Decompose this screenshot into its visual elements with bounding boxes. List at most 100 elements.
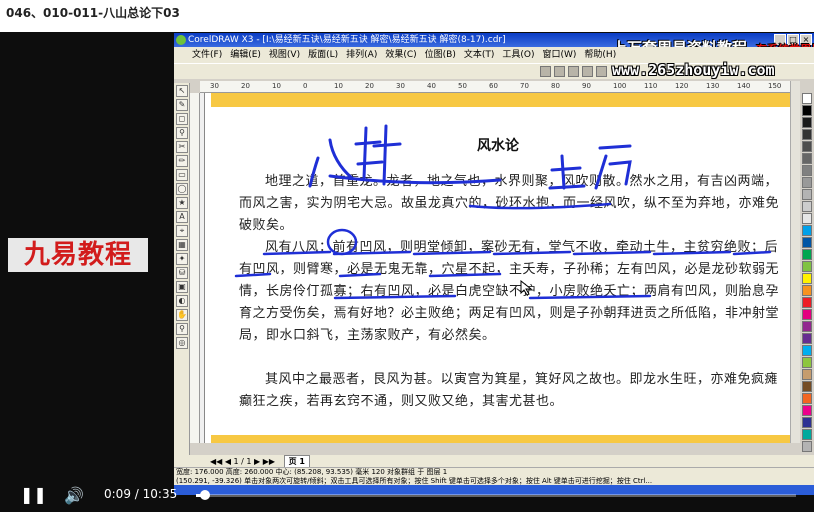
ruler-tick-label: 110 (644, 82, 658, 90)
toolbar-button[interactable] (582, 66, 593, 77)
window-title: CorelDRAW X3 - [I:\易经新五诀\易经新五诀 解密\易经新五诀 … (188, 35, 506, 45)
palette-swatch[interactable] (802, 321, 812, 332)
tool-icon[interactable]: ✋ (176, 309, 188, 321)
document-page: 风水论 地理之道，首重龙。龙者，地之气也，水界则聚，风吹则散。然水之用，有吉凶两… (204, 93, 790, 443)
palette-swatch[interactable] (802, 345, 812, 356)
time-current: 0:09 (104, 487, 131, 501)
tool-icon[interactable]: ✎ (176, 99, 188, 111)
palette-swatch[interactable] (802, 237, 812, 248)
toolbar-button[interactable] (596, 66, 607, 77)
progress-handle[interactable] (199, 490, 210, 500)
tool-icon[interactable]: ✏ (176, 155, 188, 167)
volume-icon[interactable]: 🔊 (64, 486, 86, 505)
menu-item[interactable]: 工具(O) (502, 47, 534, 63)
ruler-tick-label: 100 (613, 82, 627, 90)
page-nav-controls[interactable]: ◀◀ ◀ 1 / 1 ▶ ▶▶ (210, 457, 275, 466)
palette-swatch[interactable] (802, 309, 812, 320)
tool-icon[interactable]: ⛁ (176, 267, 188, 279)
palette-swatch[interactable] (802, 273, 812, 284)
ruler-tick-label: 50 (458, 82, 467, 90)
menu-item[interactable]: 排列(A) (346, 47, 377, 63)
tool-icon[interactable]: ◯ (176, 183, 188, 195)
palette-swatch[interactable] (802, 369, 812, 380)
tool-icon[interactable]: ◻ (176, 113, 188, 125)
paragraph-3: 其风中之最恶者，艮风为甚。以寅宫为箕星，箕好风之故也。即龙水生旺，亦难免疯瘫癫狂… (239, 372, 779, 409)
palette-swatch[interactable] (802, 141, 812, 152)
ruler-tick-label: 20 (365, 82, 374, 90)
palette-swatch[interactable] (802, 117, 812, 128)
menu-item[interactable]: 位图(B) (425, 47, 456, 63)
document-title: 风水论 (477, 138, 519, 154)
tool-icon[interactable]: ★ (176, 197, 188, 209)
ruler-tick-label: 70 (520, 82, 529, 90)
toolbar-button[interactable] (540, 66, 551, 77)
palette-swatch[interactable] (802, 357, 812, 368)
palette-swatch[interactable] (802, 249, 812, 260)
tool-icon[interactable]: ⌖ (176, 225, 188, 237)
palette-swatch[interactable] (802, 429, 812, 440)
ruler-tick-label: 10 (334, 82, 343, 90)
pause-icon[interactable]: ❚❚ (20, 487, 47, 503)
ruler-tick-label: 40 (427, 82, 436, 90)
horizontal-ruler: 30 20 10 0 10 20 30 40 50 60 70 80 90 100 110 120 130 140… (200, 81, 790, 93)
toolbar-button[interactable] (554, 66, 565, 77)
palette-swatch[interactable] (802, 213, 812, 224)
page-header-band (211, 93, 790, 107)
palette-swatch[interactable] (802, 105, 812, 116)
ruler-tick-label: 90 (582, 82, 591, 90)
tool-icon[interactable]: ↖ (176, 85, 188, 97)
ruler-tick-label: 120 (675, 82, 689, 90)
color-palette (802, 93, 814, 453)
palette-swatch[interactable] (802, 93, 812, 104)
palette-swatch[interactable] (802, 189, 812, 200)
menu-item[interactable]: 文本(T) (464, 47, 495, 63)
watermark-url: www.265zhouyiw.com (612, 61, 775, 79)
vertical-scrollbar[interactable] (790, 81, 800, 443)
time-display: 0:09 / 10:35 (104, 487, 177, 501)
ruler-tick-label: 150 (768, 82, 782, 90)
page-navigator: ◀◀ ◀ 1 / 1 ▶ ▶▶ 页 1 (174, 455, 814, 469)
palette-swatch[interactable] (802, 177, 812, 188)
tool-icon[interactable]: ⚲ (176, 127, 188, 139)
app-logo-icon (176, 35, 186, 45)
progress-bar[interactable] (196, 490, 796, 500)
palette-swatch[interactable] (802, 261, 812, 272)
menu-item[interactable]: 编辑(E) (230, 47, 261, 63)
ruler-tick-label: 80 (551, 82, 560, 90)
tool-icon[interactable]: A (176, 211, 188, 223)
tool-icon[interactable]: ▦ (176, 239, 188, 251)
palette-swatch[interactable] (802, 381, 812, 392)
menu-item[interactable]: 版面(L) (308, 47, 338, 63)
tool-icon[interactable]: ▣ (176, 281, 188, 293)
palette-swatch[interactable] (802, 417, 812, 428)
palette-swatch[interactable] (802, 165, 812, 176)
tool-icon[interactable]: ⚲ (176, 323, 188, 335)
paragraph-2: 风有八风：前有凹风，则明堂倾卸，案砂无有，堂气不收，牵动土牛，主贫穷绝败；后有凹… (239, 240, 780, 343)
ruler-tick-label: 0 (303, 82, 308, 90)
palette-swatch[interactable] (802, 333, 812, 344)
tool-icon[interactable]: ✂ (176, 141, 188, 153)
palette-swatch[interactable] (802, 285, 812, 296)
brand-logo: 九易教程 (8, 238, 148, 272)
palette-swatch[interactable] (802, 297, 812, 308)
palette-swatch[interactable] (802, 201, 812, 212)
tool-icon[interactable]: ◎ (176, 337, 188, 349)
player-controls: ❚❚ 🔊 0:09 / 10:35 (0, 478, 814, 512)
palette-swatch[interactable] (802, 405, 812, 416)
menu-item[interactable]: 效果(C) (385, 47, 416, 63)
menu-item[interactable]: 窗口(W) (543, 47, 577, 63)
tool-icon[interactable]: ◐ (176, 295, 188, 307)
toolbar-button[interactable] (568, 66, 579, 77)
palette-swatch[interactable] (802, 393, 812, 404)
drawing-canvas[interactable]: 风水论 地理之道，首重龙。龙者，地之气也，水界则聚，风吹则散。然水之用，有吉凶两… (200, 93, 790, 443)
menu-item[interactable]: 文件(F) (192, 47, 222, 63)
tool-icon[interactable]: ▭ (176, 169, 188, 181)
paragraph-1: 地理之道，首重龙。龙者，地之气也，水界则聚，风吹则散。然水之用，有吉凶两端，而风… (239, 174, 780, 233)
palette-swatch[interactable] (802, 153, 812, 164)
tool-icon[interactable]: ✦ (176, 253, 188, 265)
palette-swatch[interactable] (802, 225, 812, 236)
palette-swatch[interactable] (802, 441, 812, 452)
palette-swatch[interactable] (802, 129, 812, 140)
mouse-cursor-icon (520, 280, 532, 296)
menu-item[interactable]: 视图(V) (269, 47, 300, 63)
